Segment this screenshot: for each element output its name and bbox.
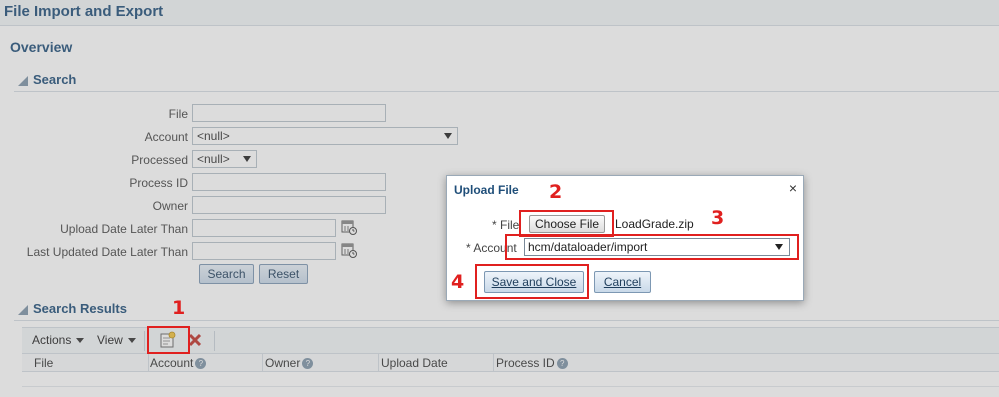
annotation-number-4: 4: [451, 271, 465, 293]
annotation-number-1: 1: [172, 297, 186, 319]
annotation-number-2: 2: [549, 181, 563, 203]
annotation-box-2: [519, 210, 614, 237]
annotation-box-4: [475, 264, 589, 299]
cancel-button[interactable]: Cancel: [594, 271, 651, 293]
file-field-label: * File: [492, 218, 520, 232]
close-icon[interactable]: ×: [789, 180, 797, 196]
annotation-number-3: 3: [711, 207, 725, 229]
annotation-box-3: [505, 234, 799, 260]
dialog-title: Upload File: [454, 183, 519, 197]
selected-file-name: LoadGrade.zip: [615, 217, 694, 231]
annotation-box-1: [147, 326, 190, 354]
